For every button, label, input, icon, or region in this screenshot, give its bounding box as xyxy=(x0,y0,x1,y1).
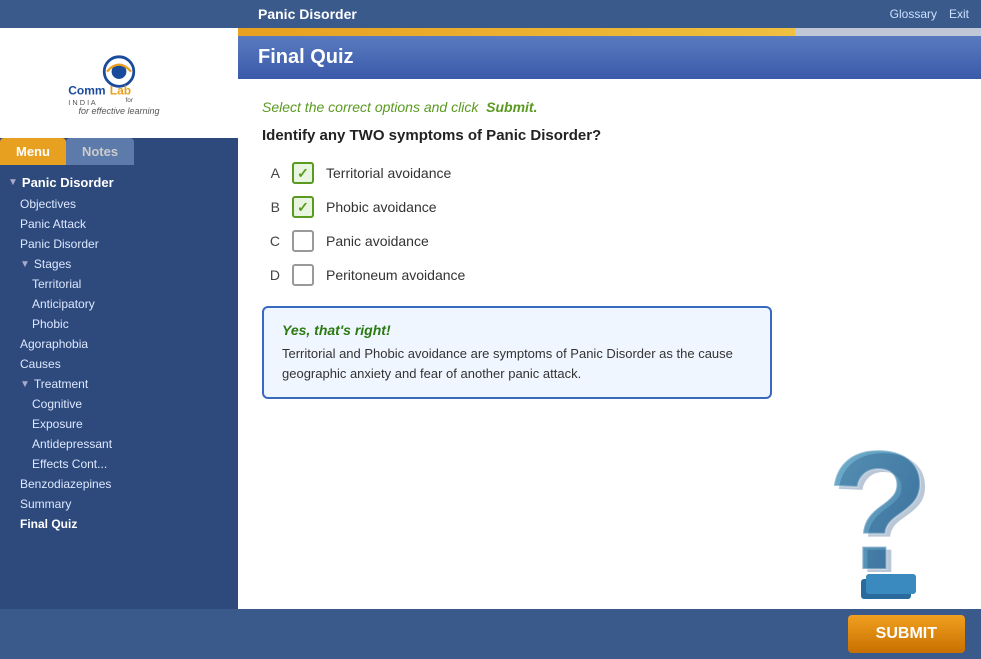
option-row-b: B ✓ Phobic avoidance xyxy=(262,196,957,218)
option-label-a: Territorial avoidance xyxy=(326,165,451,181)
sidebar-item-final-quiz[interactable]: Final Quiz xyxy=(0,514,238,534)
sidebar-item-effects-cont[interactable]: Effects Cont... xyxy=(0,454,238,474)
sidebar-item-agoraphobia[interactable]: Agoraphobia xyxy=(0,334,238,354)
question-text: Identify any TWO symptoms of Panic Disor… xyxy=(262,127,957,144)
page-title: Panic Disorder xyxy=(258,6,357,22)
sidebar-item-panic-disorder[interactable]: Panic Disorder xyxy=(0,234,238,254)
tab-notes[interactable]: Notes xyxy=(66,138,134,165)
sidebar-item-stages[interactable]: ▼ Stages xyxy=(0,254,238,274)
option-row-c: C Panic avoidance xyxy=(262,230,957,252)
svg-text:for: for xyxy=(125,97,133,104)
exit-link[interactable]: Exit xyxy=(949,7,969,21)
sidebar-item-treatment[interactable]: ▼ Treatment xyxy=(0,374,238,394)
logo-area: Comm Lab I N D I A for for effective lea… xyxy=(0,28,238,138)
tab-menu[interactable]: Menu xyxy=(0,138,66,165)
sidebar-item-territorial[interactable]: Territorial xyxy=(0,274,238,294)
logo-tagline: for effective learning xyxy=(78,106,159,116)
sidebar-menu: ▼ Panic Disorder Objectives Panic Attack… xyxy=(0,165,238,609)
progress-bar-container xyxy=(238,28,981,36)
checkmark-a: ✓ xyxy=(297,165,309,182)
svg-text:Lab: Lab xyxy=(110,83,131,97)
sidebar-item-causes[interactable]: Causes xyxy=(0,354,238,374)
sidebar-item-objectives[interactable]: Objectives xyxy=(0,194,238,214)
arrow-icon: ▼ xyxy=(20,379,30,390)
option-letter-b: B xyxy=(262,199,280,215)
sidebar-item-benzodiazepines[interactable]: Benzodiazepines xyxy=(0,474,238,494)
option-checkbox-b[interactable]: ✓ xyxy=(292,196,314,218)
progress-bar-fill xyxy=(238,28,795,36)
option-row-d: D Peritoneum avoidance xyxy=(262,264,957,286)
option-letter-c: C xyxy=(262,233,280,249)
options-list: A ✓ Territorial avoidance B ✓ Phobic avo… xyxy=(262,162,957,286)
sidebar: Comm Lab I N D I A for for effective lea… xyxy=(0,28,238,609)
commlab-logo: Comm Lab I N D I A for xyxy=(59,51,179,106)
option-label-c: Panic avoidance xyxy=(326,233,429,249)
sidebar-item-anticipatory[interactable]: Anticipatory xyxy=(0,294,238,314)
option-letter-d: D xyxy=(262,267,280,283)
instruction-text: Select the correct options and click Sub… xyxy=(262,99,957,115)
sidebar-item-panic-disorder-root[interactable]: ▼ Panic Disorder xyxy=(0,171,238,194)
question-mark-decoration: ? ? ? xyxy=(811,409,961,589)
svg-text:Comm: Comm xyxy=(68,83,105,97)
checkmark-b: ✓ xyxy=(297,199,309,216)
option-label-b: Phobic avoidance xyxy=(326,199,437,215)
sidebar-item-antidepressant[interactable]: Antidepressant xyxy=(0,434,238,454)
option-checkbox-a[interactable]: ✓ xyxy=(292,162,314,184)
arrow-icon: ▼ xyxy=(8,177,18,188)
sidebar-item-summary[interactable]: Summary xyxy=(0,494,238,514)
feedback-correct-label: Yes, that's right! xyxy=(282,322,752,338)
svg-text:I N D I A: I N D I A xyxy=(68,97,96,105)
option-checkbox-c[interactable] xyxy=(292,230,314,252)
arrow-icon: ▼ xyxy=(20,259,30,270)
sidebar-item-panic-attack[interactable]: Panic Attack xyxy=(0,214,238,234)
option-label-d: Peritoneum avoidance xyxy=(326,267,465,283)
footer: SUBMIT xyxy=(0,609,981,659)
sidebar-item-phobic[interactable]: Phobic xyxy=(0,314,238,334)
feedback-box: Yes, that's right! Territorial and Phobi… xyxy=(262,306,772,399)
option-row-a: A ✓ Territorial avoidance xyxy=(262,162,957,184)
sidebar-tabs: Menu Notes xyxy=(0,138,238,165)
glossary-link[interactable]: Glossary xyxy=(890,7,937,21)
submit-button[interactable]: SUBMIT xyxy=(848,615,965,653)
feedback-text: Territorial and Phobic avoidance are sym… xyxy=(282,344,752,383)
quiz-title: Final Quiz xyxy=(258,46,354,68)
content-area: Final Quiz Select the correct options an… xyxy=(238,28,981,609)
sidebar-item-cognitive[interactable]: Cognitive xyxy=(0,394,238,414)
option-checkbox-d[interactable] xyxy=(292,264,314,286)
option-letter-a: A xyxy=(262,165,280,181)
sidebar-item-exposure[interactable]: Exposure xyxy=(0,414,238,434)
quiz-body: Select the correct options and click Sub… xyxy=(238,79,981,609)
quiz-header: Final Quiz xyxy=(238,36,981,79)
